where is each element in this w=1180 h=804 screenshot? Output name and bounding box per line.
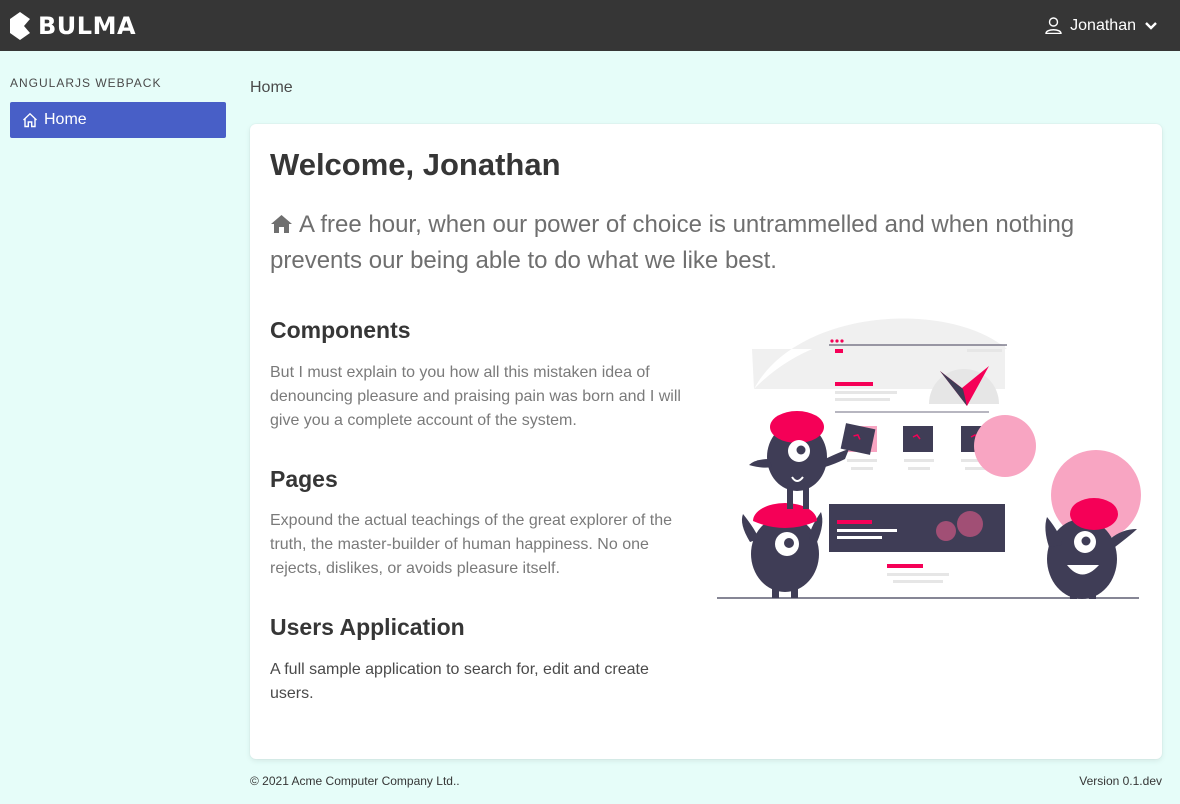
top-navbar: BULMA Jonathan [0,0,1180,51]
bulma-logo-icon [10,11,30,40]
brand-link[interactable]: BULMA [10,11,137,40]
sidebar: AngularJS Webpack Home [10,76,226,138]
sidebar-item-label: Home [44,111,87,128]
monsters-building-website-illustration [717,318,1141,599]
sidebar-item-home[interactable]: Home [10,102,226,138]
section-title-users: Users Application [270,614,465,641]
user-menu[interactable]: Jonathan [1045,17,1158,35]
home-icon [271,215,292,234]
subtitle-text: A free hour, when our power of choice is… [270,211,1075,275]
page-subtitle: A free hour, when our power of choice is… [270,207,1100,279]
user-icon [1045,17,1062,34]
sidebar-label: AngularJS Webpack [10,76,162,90]
breadcrumb: Home [250,79,293,96]
page-title: Welcome, Jonathan [270,147,561,182]
main-card: Welcome, Jonathan A free hour, when our … [250,124,1162,759]
brand-name: BULMA [38,11,137,40]
section-text-components: But I must explain to you how all this m… [270,363,681,429]
footer-copyright: © 2021 Acme Computer Company Ltd.. [250,774,460,788]
section-title-components: Components [270,317,411,344]
home-outline-icon [23,112,37,128]
section-title-pages: Pages [270,465,338,492]
chevron-down-icon [1145,21,1157,30]
section-text-users: A full sample application to search for,… [270,660,649,702]
sections-column: Components But I must explain to you how… [270,317,690,739]
user-name: Jonathan [1070,16,1136,34]
section-text-pages: Expound the actual teachings of the grea… [270,512,673,578]
footer-version: Version 0.1.dev [1079,774,1162,788]
